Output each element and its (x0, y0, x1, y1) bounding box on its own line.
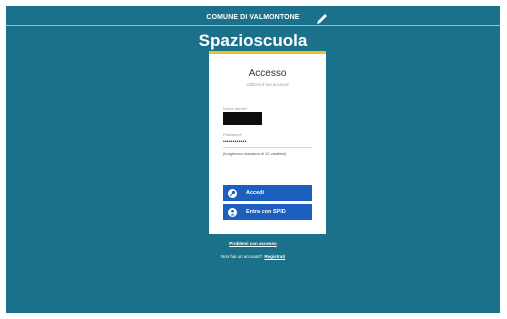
user-icon (228, 207, 237, 217)
spid-button-label: Entra con SPID (246, 209, 286, 215)
password-underline (223, 147, 312, 148)
password-label: Password* (223, 132, 243, 137)
spid-button[interactable]: Entra con SPID (223, 204, 312, 220)
login-card: Accesso Utilizza il tuo account Nome ute… (209, 51, 326, 234)
no-account-text: Non hai un account? (220, 254, 263, 259)
register-link[interactable]: Registrati (264, 254, 285, 259)
key-icon (228, 188, 237, 198)
password-hint: (lunghezza massima di 12 caratteri) (223, 151, 287, 156)
header-divider (6, 25, 500, 26)
login-button-label: Accedi (246, 190, 265, 196)
app-title: Spazioscuola (198, 31, 308, 50)
username-label: Nome utente* (223, 106, 248, 111)
problems-row: Problemi con accesso (6, 241, 500, 246)
username-field[interactable] (223, 112, 262, 125)
signup-row: Non hai un account? Registrati (6, 254, 500, 259)
password-field[interactable]: •••••••••••• (223, 139, 246, 145)
login-title: Accesso (248, 68, 287, 79)
login-button[interactable]: Accedi (223, 185, 312, 201)
login-subtitle: Utilizza il tuo account (246, 82, 289, 87)
page-background: COMUNE DI VALMONTONE Spazioscuola Access… (6, 6, 500, 313)
problems-link[interactable]: Problemi con accesso (229, 241, 277, 246)
comune-title: COMUNE DI VALMONTONE (206, 14, 300, 21)
pencil-icon[interactable] (315, 12, 329, 26)
